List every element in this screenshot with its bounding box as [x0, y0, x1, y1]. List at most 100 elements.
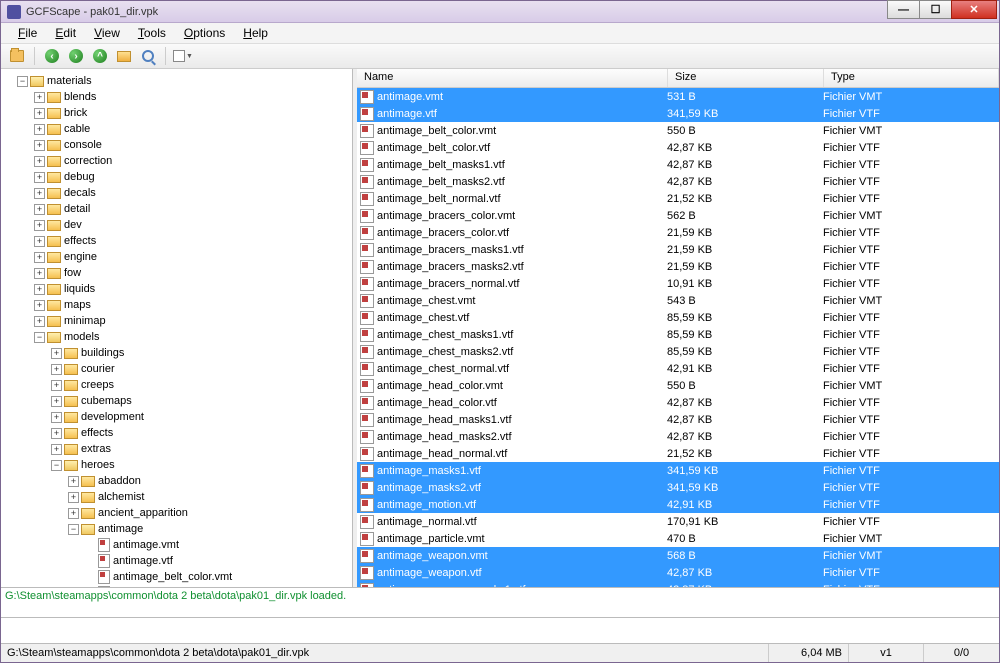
maximize-button[interactable]: ☐ [919, 0, 952, 19]
tree-node[interactable]: +buildings [1, 345, 352, 361]
tree-node[interactable]: −antimage [1, 521, 352, 537]
file-row[interactable]: antimage_chest_normal.vtf42,91 KBFichier… [357, 360, 999, 377]
menu-file[interactable]: File [9, 24, 46, 42]
column-header-size[interactable]: Size [668, 69, 824, 87]
file-row[interactable]: antimage_bracers_normal.vtf10,91 KBFichi… [357, 275, 999, 292]
expander-icon[interactable]: − [68, 524, 79, 535]
menu-tools[interactable]: Tools [129, 24, 175, 42]
menu-view[interactable]: View [85, 24, 129, 42]
expander-icon[interactable]: + [51, 412, 62, 423]
expander-icon[interactable]: + [51, 428, 62, 439]
expander-icon[interactable]: + [34, 220, 45, 231]
nav-forward-button[interactable]: › [66, 46, 86, 66]
tree-node[interactable]: +detail [1, 201, 352, 217]
tree-node[interactable]: antimage.vmt [1, 537, 352, 553]
expander-icon[interactable]: + [68, 476, 79, 487]
file-row[interactable]: antimage_bracers_masks1.vtf21,59 KBFichi… [357, 241, 999, 258]
file-row[interactable]: antimage_head_masks1.vtf42,87 KBFichier … [357, 411, 999, 428]
search-button[interactable] [138, 46, 158, 66]
file-row[interactable]: antimage_belt_color.vmt550 BFichier VMT [357, 122, 999, 139]
tree-panel[interactable]: −materials+blends+brick+cable+console+co… [1, 69, 353, 587]
tree-node[interactable]: +blends [1, 89, 352, 105]
expander-icon[interactable]: + [68, 508, 79, 519]
file-row[interactable]: antimage_chest_masks1.vtf85,59 KBFichier… [357, 326, 999, 343]
expander-icon[interactable]: + [34, 92, 45, 103]
tree-node[interactable]: +correction [1, 153, 352, 169]
file-row[interactable]: antimage_motion.vtf42,91 KBFichier VTF [357, 496, 999, 513]
file-row[interactable]: antimage_belt_masks2.vtf42,87 KBFichier … [357, 173, 999, 190]
tree-node[interactable]: −materials [1, 73, 352, 89]
file-row[interactable]: antimage_bracers_masks2.vtf21,59 KBFichi… [357, 258, 999, 275]
expander-icon[interactable]: + [34, 252, 45, 263]
minimize-button[interactable]: — [887, 0, 920, 19]
expander-icon[interactable]: + [34, 172, 45, 183]
expander-icon[interactable]: + [34, 268, 45, 279]
tree-node[interactable]: −heroes [1, 457, 352, 473]
file-row[interactable]: antimage_belt_masks1.vtf42,87 KBFichier … [357, 156, 999, 173]
tree-node[interactable]: +courier [1, 361, 352, 377]
file-row[interactable]: antimage_belt_color.vtf42,87 KBFichier V… [357, 139, 999, 156]
file-row[interactable]: antimage_normal.vtf170,91 KBFichier VTF [357, 513, 999, 530]
expander-icon[interactable]: + [51, 444, 62, 455]
tree-node[interactable]: −models [1, 329, 352, 345]
tree-node[interactable]: +creeps [1, 377, 352, 393]
file-row[interactable]: antimage_head_color.vtf42,87 KBFichier V… [357, 394, 999, 411]
file-row[interactable]: antimage_masks2.vtf341,59 KBFichier VTF [357, 479, 999, 496]
file-row[interactable]: antimage_weapon.vtf42,87 KBFichier VTF [357, 564, 999, 581]
expander-icon[interactable]: + [51, 380, 62, 391]
tree-node[interactable]: antimage.vtf [1, 553, 352, 569]
tree-node[interactable]: +cable [1, 121, 352, 137]
menu-help[interactable]: Help [234, 24, 277, 42]
tree-node[interactable]: +extras [1, 441, 352, 457]
expander-icon[interactable]: + [34, 140, 45, 151]
expander-icon[interactable]: + [34, 108, 45, 119]
tree-node[interactable]: +cubemaps [1, 393, 352, 409]
expander-icon[interactable]: + [34, 156, 45, 167]
file-row[interactable]: antimage.vmt531 BFichier VMT [357, 88, 999, 105]
file-row[interactable]: antimage_head_masks2.vtf42,87 KBFichier … [357, 428, 999, 445]
close-button[interactable]: ✕ [951, 0, 997, 19]
expander-icon[interactable]: + [34, 188, 45, 199]
file-row[interactable]: antimage_bracers_color.vtf21,59 KBFichie… [357, 224, 999, 241]
expander-icon[interactable]: + [34, 300, 45, 311]
tree-node[interactable]: +liquids [1, 281, 352, 297]
tree-node[interactable]: antimage_belt_color.vmt [1, 569, 352, 585]
expander-icon[interactable]: + [68, 492, 79, 503]
expander-icon[interactable]: + [34, 316, 45, 327]
tree-node[interactable]: +brick [1, 105, 352, 121]
file-row[interactable]: antimage_head_normal.vtf21,52 KBFichier … [357, 445, 999, 462]
tree-node[interactable]: +abaddon [1, 473, 352, 489]
menu-options[interactable]: Options [175, 24, 234, 42]
tree-node[interactable]: +minimap [1, 313, 352, 329]
tree-node[interactable]: +effects [1, 233, 352, 249]
tree-node[interactable]: +engine [1, 249, 352, 265]
tree-node[interactable]: +fow [1, 265, 352, 281]
nav-up-button[interactable]: ^ [90, 46, 110, 66]
tree-node[interactable]: +effects [1, 425, 352, 441]
expander-icon[interactable]: + [34, 124, 45, 135]
file-row[interactable]: antimage_chest.vtf85,59 KBFichier VTF [357, 309, 999, 326]
tree-node[interactable]: +development [1, 409, 352, 425]
tree-node[interactable]: +maps [1, 297, 352, 313]
file-row[interactable]: antimage_belt_normal.vtf21,52 KBFichier … [357, 190, 999, 207]
expander-icon[interactable]: + [51, 348, 62, 359]
nav-back-button[interactable]: ‹ [42, 46, 62, 66]
tree-node[interactable]: +debug [1, 169, 352, 185]
expander-icon[interactable]: + [51, 396, 62, 407]
menu-edit[interactable]: Edit [46, 24, 85, 42]
expander-icon[interactable]: + [34, 236, 45, 247]
list-body[interactable]: antimage.vmt531 BFichier VMTantimage.vtf… [357, 88, 999, 587]
file-row[interactable]: antimage_chest_masks2.vtf85,59 KBFichier… [357, 343, 999, 360]
file-row[interactable]: antimage_weapon.vmt568 BFichier VMT [357, 547, 999, 564]
expander-icon[interactable]: + [51, 364, 62, 375]
expander-icon[interactable]: − [34, 332, 45, 343]
folder-button[interactable] [114, 46, 134, 66]
view-mode-button[interactable]: ▼ [173, 46, 193, 66]
expander-icon[interactable]: + [34, 284, 45, 295]
expander-icon[interactable]: − [51, 460, 62, 471]
tree-node[interactable]: +ancient_apparition [1, 505, 352, 521]
file-row[interactable]: antimage_bracers_color.vmt562 BFichier V… [357, 207, 999, 224]
expander-icon[interactable]: − [17, 76, 28, 87]
titlebar[interactable]: GCFScape - pak01_dir.vpk — ☐ ✕ [1, 1, 999, 23]
file-row[interactable]: antimage.vtf341,59 KBFichier VTF [357, 105, 999, 122]
